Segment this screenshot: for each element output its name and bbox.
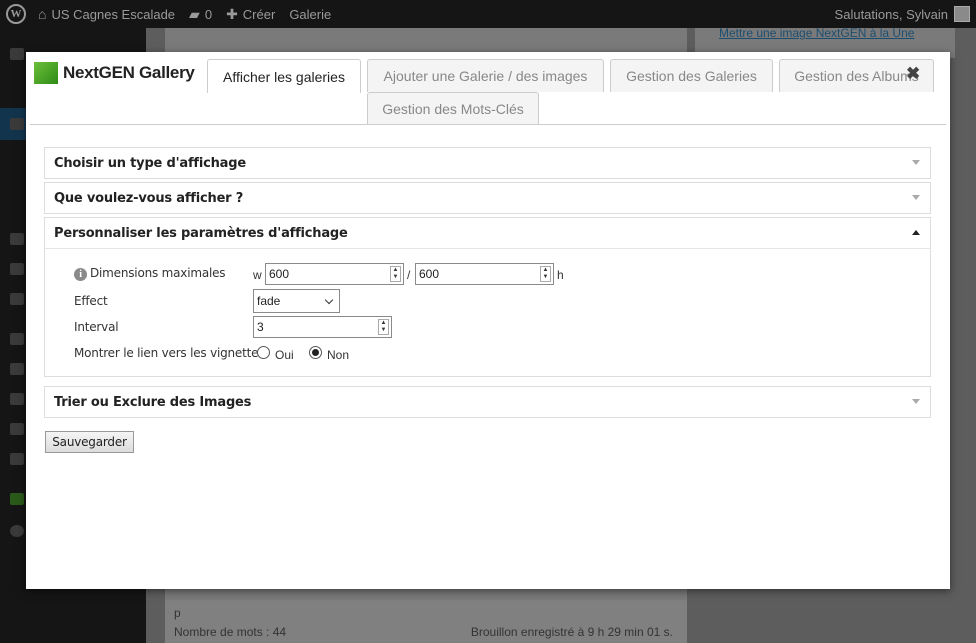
spin-down-icon[interactable]: ▼: [541, 274, 550, 281]
tools-icon: [10, 423, 24, 435]
tab-label: Gestion des Galeries: [626, 68, 757, 84]
effect-label: Effect: [74, 294, 108, 308]
section-display-type[interactable]: Choisir un type d'affichage: [44, 147, 931, 179]
tab-display-galleries[interactable]: Afficher les galeries: [207, 59, 361, 93]
dashboard-icon: [10, 48, 24, 60]
tab-add-gallery-images[interactable]: Ajouter une Galerie / des images: [367, 59, 604, 92]
home-icon: ⌂: [38, 6, 47, 22]
nextgen-logo: NextGEN Gallery: [34, 62, 195, 84]
max-width-input[interactable]: 600 ▲ ▼: [265, 263, 404, 285]
section-title: Que voulez-vous afficher ?: [54, 190, 244, 206]
chevron-down-icon: [912, 160, 920, 165]
site-name-label: US Cagnes Escalade: [51, 6, 176, 22]
draft-saved-status: Brouillon enregistré à 9 h 29 min 01 s.: [470, 625, 673, 639]
spin-up-icon[interactable]: ▲: [379, 320, 388, 327]
greeting-label: Salutations, Sylvain: [834, 6, 948, 22]
radio-yes-label[interactable]: Oui: [275, 348, 294, 362]
spin-down-icon[interactable]: ▼: [391, 274, 400, 281]
close-icon[interactable]: ✖: [906, 64, 920, 84]
tab-manage-tags[interactable]: Gestion des Mots-Clés: [367, 92, 539, 125]
chevron-down-icon: [912, 195, 920, 200]
tab-manage-galleries[interactable]: Gestion des Galeries: [610, 59, 773, 92]
tab-label: Afficher les galeries: [223, 68, 345, 85]
section-title: Trier ou Exclure des Images: [54, 394, 252, 410]
gallery-icon: [10, 233, 24, 245]
chevron-down-icon: [324, 295, 334, 305]
height-suffix: h: [557, 268, 564, 282]
dimension-separator: /: [407, 268, 411, 282]
nextgen-icon: [10, 493, 24, 505]
users-icon: [10, 393, 24, 405]
comment-icon: ▰: [189, 5, 200, 22]
gallery-label: Galerie: [289, 6, 332, 22]
effect-value: fade: [257, 294, 281, 308]
save-button[interactable]: Sauvegarder: [45, 431, 134, 453]
max-dimensions-label: i Dimensions maximales: [74, 266, 226, 281]
width-prefix: w: [253, 268, 262, 282]
interval-input[interactable]: 3 ▲ ▼: [253, 316, 392, 338]
tab-divider: [30, 124, 946, 125]
effect-select[interactable]: fade: [253, 289, 340, 313]
create-label: Créer: [242, 6, 276, 22]
editor-status-bar: p Nombre de mots : 44 Brouillon enregist…: [165, 600, 687, 643]
spin-down-icon[interactable]: ▼: [379, 327, 388, 334]
appearance-icon: [10, 333, 24, 345]
interval-label: Interval: [74, 320, 119, 334]
pin-icon: [10, 118, 24, 130]
interval-spinner[interactable]: ▲ ▼: [378, 319, 389, 335]
max-width-value: 600: [269, 267, 290, 281]
plus-icon: ✚: [226, 5, 238, 22]
create-new-link[interactable]: ✚ Créer: [226, 6, 275, 23]
user-account-menu[interactable]: Salutations, Sylvain: [835, 6, 970, 22]
comments-count: 0: [204, 6, 213, 22]
set-featured-image-link: Mettre une image NextGEN à la Une: [719, 26, 915, 40]
pages-icon: [10, 263, 24, 275]
radio-yes[interactable]: [257, 346, 270, 359]
chevron-down-icon: [912, 399, 920, 404]
width-spinner[interactable]: ▲ ▼: [390, 266, 401, 282]
tab-label: Gestion des Mots-Clés: [382, 101, 524, 117]
comments-icon: [10, 293, 24, 305]
section-title[interactable]: Personnaliser les paramètres d'affichage: [45, 218, 930, 248]
max-dimensions-text: Dimensions maximales: [90, 266, 226, 280]
comments-link[interactable]: ▰ 0: [189, 6, 212, 23]
interval-value: 3: [257, 320, 264, 334]
height-spinner[interactable]: ▲ ▼: [540, 266, 551, 282]
section-what-to-show[interactable]: Que voulez-vous afficher ?: [44, 182, 931, 214]
section-sort-exclude[interactable]: Trier ou Exclure des Images: [44, 386, 931, 418]
wordpress-logo-icon[interactable]: W: [6, 4, 26, 24]
collapse-icon: [10, 525, 24, 537]
gallery-link[interactable]: Galerie: [289, 7, 331, 22]
tab-label: Gestion des Albums: [794, 68, 919, 84]
settings-icon: [10, 453, 24, 465]
max-height-input[interactable]: 600 ▲ ▼: [415, 263, 554, 285]
word-count: Nombre de mots : 44: [174, 625, 287, 639]
avatar: [954, 6, 970, 22]
thumbnail-link-label: Montrer le lien vers les vignettes: [74, 346, 265, 360]
section-title: Choisir un type d'affichage: [54, 155, 246, 171]
radio-no-label[interactable]: Non: [327, 348, 349, 362]
site-name-link[interactable]: ⌂ US Cagnes Escalade: [38, 6, 175, 22]
spin-up-icon[interactable]: ▲: [391, 267, 400, 274]
logo-text: NextGEN Gallery: [63, 63, 195, 82]
chevron-up-icon[interactable]: [912, 230, 920, 235]
tab-label: Ajouter une Galerie / des images: [383, 68, 588, 84]
path-label: p: [174, 606, 181, 620]
display-settings-panel: i Dimensions maximales w 600 ▲ ▼ / 600 ▲ ▼ …: [45, 248, 930, 376]
section-customize-display: Personnaliser les paramètres d'affichage…: [44, 217, 931, 377]
spin-up-icon[interactable]: ▲: [541, 267, 550, 274]
info-icon[interactable]: i: [74, 268, 87, 281]
max-height-value: 600: [419, 267, 440, 281]
nextgen-logo-icon: [34, 62, 58, 84]
plugins-icon: [10, 363, 24, 375]
nextgen-modal: NextGEN Gallery Afficher les galeries Aj…: [26, 52, 950, 589]
radio-no[interactable]: [309, 346, 322, 359]
admin-bar: W ⌂ US Cagnes Escalade ▰ 0 ✚ Créer Galer…: [0, 0, 976, 28]
